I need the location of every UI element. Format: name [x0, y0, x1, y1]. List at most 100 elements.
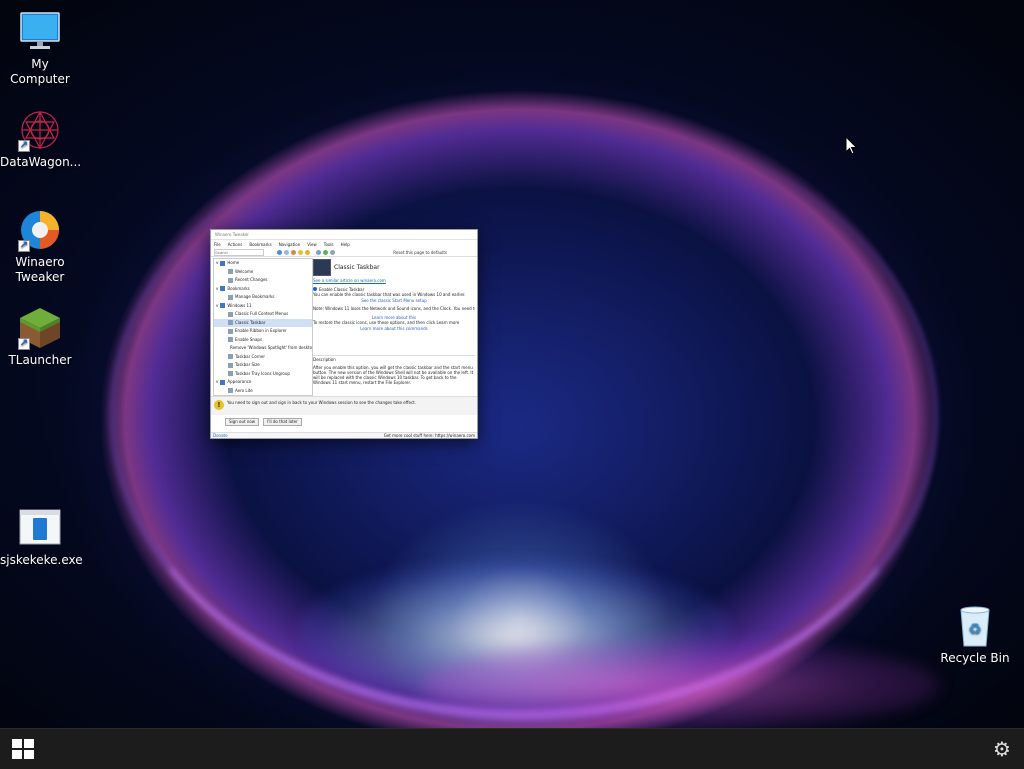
window-title: Winaero Tweaker: [215, 232, 249, 237]
more-stuff-link[interactable]: Get more cool stuff here: https://winaer…: [384, 433, 475, 438]
tree-item[interactable]: Manage Bookmarks: [214, 293, 312, 302]
page-icon: [228, 320, 233, 326]
back-icon[interactable]: [277, 249, 282, 255]
tree-item[interactable]: Recent Changes: [214, 276, 312, 285]
description-text: After you enable this option, you will g…: [313, 364, 474, 385]
desktop-icon-sjskekeke-exe[interactable]: sjskekeke.exe: [0, 506, 83, 568]
page-icon: [228, 269, 233, 275]
page-icon: [228, 277, 233, 283]
navigation-tree[interactable]: v Home Welcome Recent Changes v Bookmarks Mana…: [213, 258, 313, 396]
tree-item-label: Taskbar Size: [235, 362, 260, 367]
desktop-icon-datawagon[interactable]: ↗ DataWagon...: [0, 108, 81, 170]
tree-item[interactable]: Remove 'Windows Spotlight' from desktop: [214, 344, 312, 353]
wallpaper-bloom-core: [300, 560, 730, 700]
folder-icon: [220, 379, 226, 385]
tree-item-label: Bookmarks: [227, 285, 250, 291]
enable-checkbox[interactable]: [313, 287, 317, 292]
tree-item-label: Recent Changes: [235, 277, 268, 282]
home-icon[interactable]: [291, 249, 296, 255]
tree-item-label: Classic Full Context Menus: [235, 311, 289, 316]
tree-item-label: Enable Snaps: [235, 336, 263, 342]
tree-item-label: Enable Ribbon in Explorer: [235, 328, 287, 333]
shortcut-arrow-icon: ↗: [18, 140, 30, 152]
tree-item[interactable]: Taskbar Tray Icons Ungroup: [214, 370, 312, 379]
menu-actions[interactable]: Actions: [228, 242, 243, 247]
desktop-icon-recycle-bin[interactable]: ♻ Recycle Bin: [935, 604, 1015, 666]
search-input[interactable]: [214, 248, 264, 256]
chevron-down-icon[interactable]: v: [216, 259, 218, 268]
monitor-icon: [18, 10, 62, 54]
settings-icon[interactable]: [316, 249, 321, 255]
forward-icon[interactable]: [284, 249, 289, 255]
menu-navigation[interactable]: Navigation: [279, 242, 301, 247]
page-icon: [228, 311, 233, 317]
content-text: You can enable the classic taskbar that …: [313, 292, 466, 297]
mouse-cursor-icon: [845, 136, 858, 155]
tree-item[interactable]: v Bookmarks: [214, 285, 312, 294]
tree-item[interactable]: Classic Taskbar: [214, 318, 312, 327]
menu-tools[interactable]: Tools: [324, 242, 334, 247]
page-icon: [228, 354, 233, 360]
tree-item-label: Home: [227, 260, 240, 265]
page-heading: Classic Taskbar: [334, 263, 380, 271]
tree-item-label: Remove 'Windows Spotlight' from desktop: [230, 345, 312, 350]
folder-icon: [220, 286, 226, 292]
page-icon: [228, 294, 233, 300]
star-icon[interactable]: [305, 249, 310, 255]
desktop-wallpaper: My Computer ↗ DataWagon... ↗ Winaero Twe…: [0, 0, 1024, 728]
desktop-icon-label: Recycle Bin: [940, 651, 1010, 665]
tree-item-label: Appearance: [227, 379, 252, 384]
minecraft-grass-block-icon: ↗: [18, 306, 62, 350]
tree-item[interactable]: Enable Snaps: [214, 336, 312, 345]
folder-icon: [220, 303, 226, 309]
tree-item[interactable]: Welcome: [214, 268, 312, 277]
recycle-bin-icon: ♻: [953, 604, 997, 648]
tree-item-label: Taskbar Tray Icons Ungroup: [235, 370, 290, 376]
notice-text: You need to sign out and sign in back to…: [227, 400, 416, 405]
tree-item[interactable]: v Appearance: [214, 378, 312, 387]
check-icon[interactable]: [323, 249, 328, 255]
menu-view[interactable]: View: [307, 242, 317, 247]
content-link[interactable]: Learn more about this commands: [313, 326, 475, 332]
bookmark-icon[interactable]: [298, 249, 303, 255]
donate-link[interactable]: Donate: [213, 433, 228, 438]
content-link[interactable]: See the classic Start Menu setup: [313, 298, 475, 304]
do-later-button[interactable]: I'll do that later: [263, 418, 302, 426]
page-thumbnail-icon: [313, 258, 331, 276]
winaero-tweaker-window[interactable]: Winaero Tweaker File Actions Bookmarks N…: [210, 229, 478, 439]
tree-item-label: Classic Taskbar: [235, 319, 266, 325]
tree-item[interactable]: Taskbar Size: [214, 361, 312, 370]
article-link[interactable]: See a similar article on winaero.com: [313, 278, 475, 284]
gear-icon[interactable]: ⚙: [990, 737, 1014, 761]
chevron-down-icon[interactable]: v: [216, 378, 218, 387]
menu-bookmarks[interactable]: Bookmarks: [249, 242, 271, 247]
tree-item[interactable]: Taskbar Corner: [214, 353, 312, 362]
reset-page-link[interactable]: Reset this page to defaults: [393, 250, 447, 255]
sign-out-now-button[interactable]: Sign out now: [225, 418, 260, 426]
tree-item[interactable]: Enable Ribbon in Explorer: [214, 327, 312, 336]
shortcut-arrow-icon: ↗: [18, 338, 30, 350]
desktop-icon-label: Winaero Tweaker: [15, 255, 65, 284]
datawagon-icon: ↗: [18, 108, 62, 152]
info-icon[interactable]: [330, 249, 335, 255]
tree-item[interactable]: v Home: [214, 259, 312, 268]
desktop-icon-winaero-tweaker[interactable]: ↗ Winaero Tweaker: [0, 208, 80, 285]
window-toolbar: Reset this page to defaults: [211, 248, 477, 257]
shortcut-arrow-icon: ↗: [18, 240, 30, 252]
tree-item[interactable]: Classic Full Context Menus: [214, 310, 312, 319]
tree-item-label: Windows 11: [227, 302, 252, 308]
menu-file[interactable]: File: [214, 242, 221, 247]
desktop-icon-my-computer[interactable]: My Computer: [0, 10, 80, 87]
tree-item[interactable]: v Windows 11: [214, 302, 312, 311]
desktop-icon-tlauncher[interactable]: ↗ TLauncher: [0, 306, 80, 368]
menu-help[interactable]: Help: [341, 242, 350, 247]
svg-text:♻: ♻: [968, 620, 981, 638]
taskbar: ⚙: [0, 728, 1024, 769]
windows-start-icon[interactable]: [10, 737, 36, 761]
winaero-tweaker-icon: ↗: [18, 208, 62, 252]
tree-item[interactable]: Aero Lite: [214, 387, 312, 396]
chevron-down-icon[interactable]: v: [216, 285, 218, 294]
chevron-down-icon[interactable]: v: [216, 302, 218, 311]
window-titlebar[interactable]: Winaero Tweaker: [211, 230, 477, 240]
content-text: Note: Windows 11 loses the Network and S…: [313, 306, 475, 311]
